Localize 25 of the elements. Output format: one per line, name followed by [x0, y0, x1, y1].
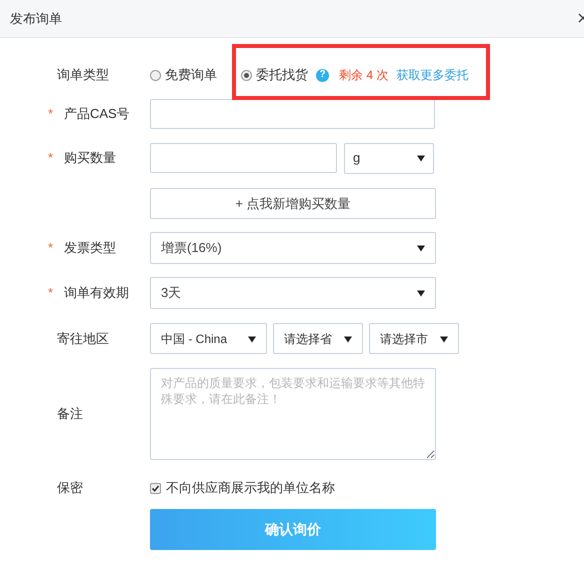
region-select[interactable]: 请选择省 [273, 323, 363, 354]
radio-option[interactable]: 委托找货 [241, 65, 308, 85]
remarks-text-area[interactable]: 对产品的质量要求，包装要求和运输要求等其他特殊要求，请在此备注！ [150, 368, 436, 460]
region-select[interactable]: 中国 - China [150, 323, 267, 354]
invoice-type-select[interactable]: 增票(16%) [150, 232, 436, 264]
add-quantity-button[interactable]: + 点我新增购买数量 [150, 188, 436, 219]
field-label: 发票类型 [64, 239, 116, 258]
field-label: 询单有效期 [64, 284, 129, 302]
field-label: 寄往地区 [57, 330, 109, 348]
checkbox-label: 不向供应商展示我的单位名称 [166, 479, 335, 498]
field-label: 备注 [57, 405, 83, 424]
required-asterisk: * [48, 105, 54, 124]
field-label: 保密 [57, 479, 83, 498]
region-select[interactable]: 请选择市 [369, 323, 459, 354]
unit-select[interactable]: g [344, 142, 434, 174]
dialog-title: 发布询单 [10, 10, 62, 28]
field-label: 产品CAS号 [64, 105, 130, 124]
remaining-count: 剩余 4 次 [339, 67, 388, 84]
required-asterisk: * [48, 239, 54, 258]
required-asterisk: * [48, 149, 54, 168]
required-asterisk: * [48, 284, 54, 302]
validity-select[interactable]: 3天 [150, 277, 436, 309]
radio-option[interactable]: 免费询单 [150, 65, 217, 85]
field-label: 询单类型 [57, 66, 109, 84]
field-label: 购买数量 [64, 149, 116, 168]
